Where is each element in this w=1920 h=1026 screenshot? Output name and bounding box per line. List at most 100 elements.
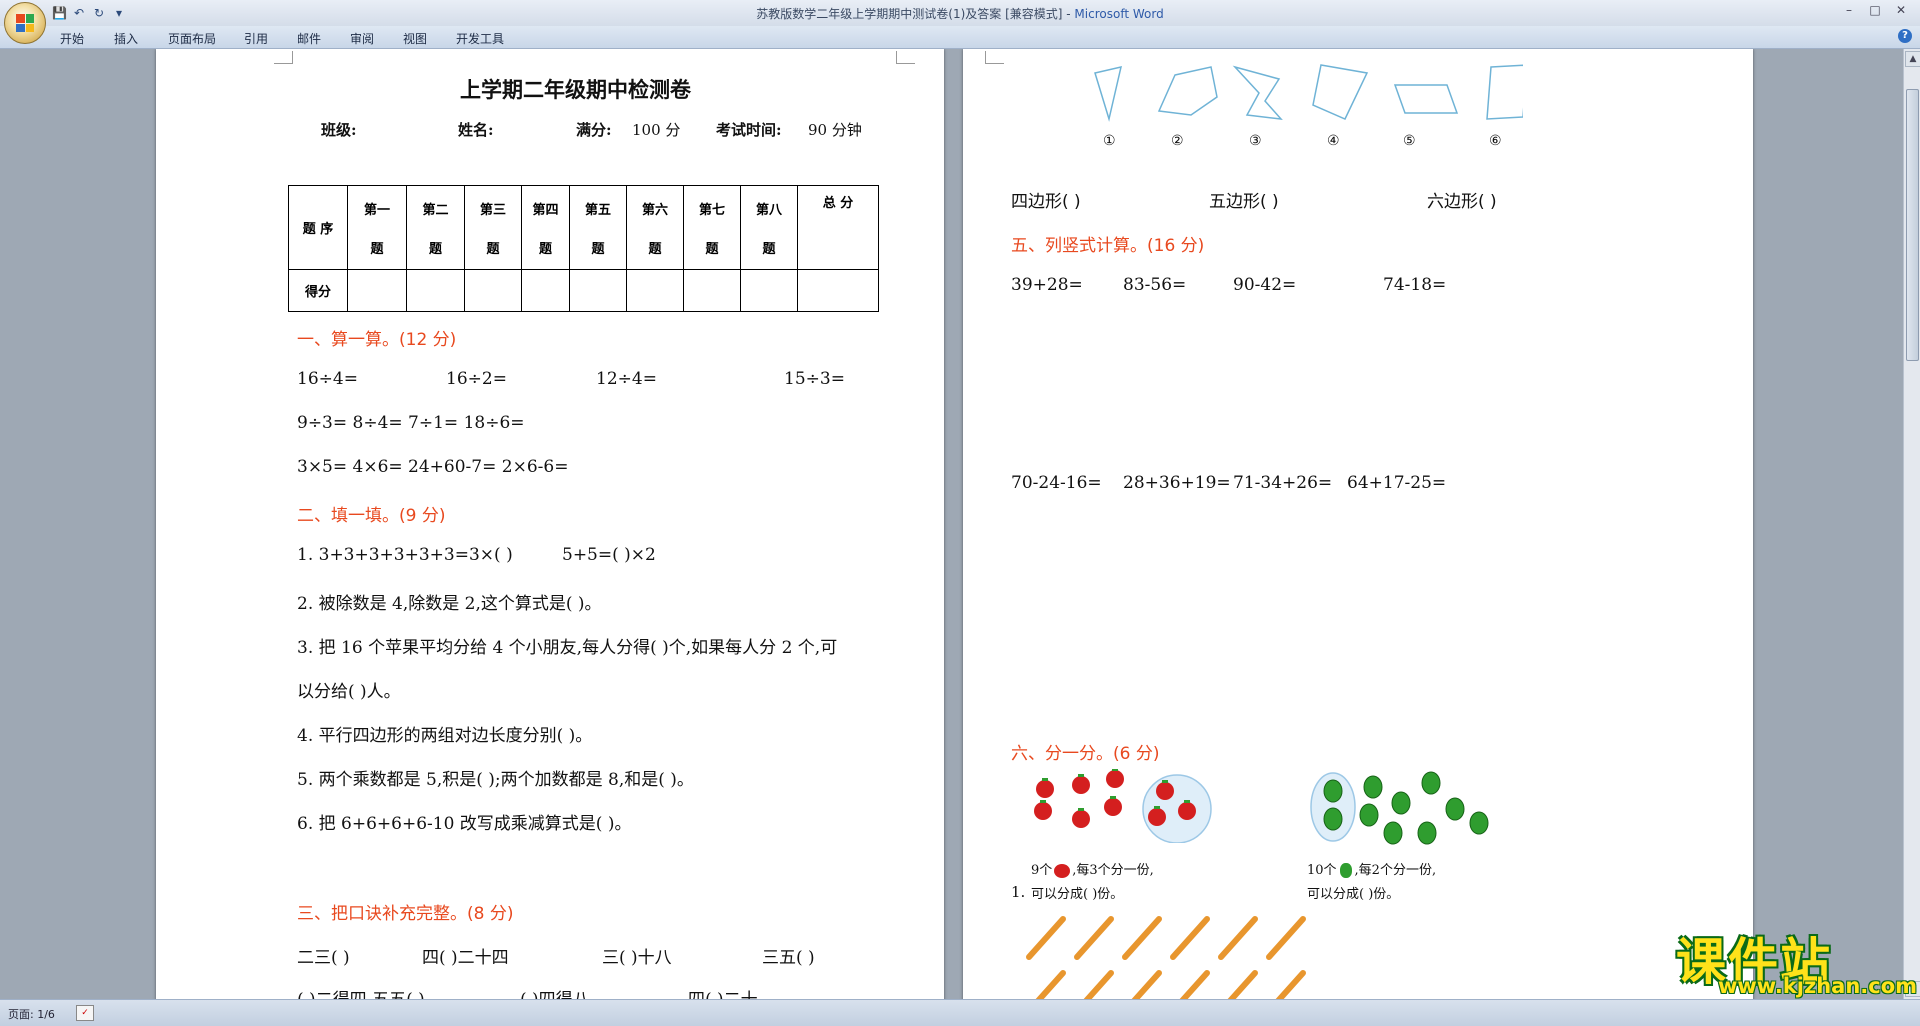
- hexagon-blank: 六边形( ): [1427, 192, 1497, 212]
- time-label: 考试时间:: [716, 121, 782, 139]
- proofing-icon[interactable]: ✓: [76, 1005, 94, 1021]
- question-1a: 1. 3+3+3+3+3+3=3×( ): [297, 545, 513, 565]
- table-cell[interactable]: [626, 269, 684, 312]
- page-2: ① ② ③ ④ ⑤ ⑥ 四边形( ) 五边形( ) 六边形( ) 五、列竖式计算…: [963, 49, 1753, 999]
- page-1: 上学期二年级期中检测卷 班级: 姓名: 满分: 100 分 考试时间: 90 分…: [156, 49, 944, 999]
- problem-row: 3×5= 4×6= 24+60-7= 2×6-6=: [297, 457, 569, 477]
- office-logo-icon: [16, 14, 34, 32]
- question-5: 5. 两个乘数都是 5,积是( );两个加数都是 8,和是( )。: [297, 770, 694, 790]
- table-cell[interactable]: [740, 269, 798, 312]
- question-6: 6. 把 6+6+6+6-10 改写成乘减算式是( )。: [297, 814, 632, 834]
- table-row-label: 得分: [288, 269, 348, 312]
- verse-blank: 四( )二十四: [422, 948, 509, 968]
- tab-home[interactable]: 开始: [60, 30, 84, 47]
- problem: 39+28=: [1011, 275, 1083, 295]
- window-title: 苏教版数学二年级上学期期中测试卷(1)及答案 [兼容模式] - Microsof…: [0, 5, 1920, 22]
- section-6-title: 六、分一分。(6 分): [1011, 744, 1160, 764]
- tomato-icon: [1054, 863, 1071, 878]
- maximize-icon[interactable]: □: [1864, 2, 1886, 18]
- page-indicator[interactable]: 页面: 1/6: [8, 1006, 55, 1022]
- shape-4: [1312, 64, 1369, 120]
- question-4: 4. 平行四边形的两组对边长度分别( )。: [297, 726, 593, 746]
- question-2: 2. 被除数是 4,除数是 2,这个算式是( )。: [297, 594, 602, 614]
- shape-label: ④: [1327, 133, 1340, 149]
- tab-references[interactable]: 引用: [244, 30, 268, 47]
- scroll-up-icon[interactable]: ▲: [1905, 51, 1920, 67]
- tab-insert[interactable]: 插入: [114, 30, 138, 47]
- pepper-icon: [1339, 863, 1352, 878]
- score-label: 满分:: [576, 121, 612, 139]
- table-header-cell: 第六题: [626, 185, 684, 270]
- question-3a: 3. 把 16 个苹果平均分给 4 个小朋友,每人分得( )个,如果每人分 2 …: [297, 638, 838, 658]
- document-name: 苏教版数学二年级上学期期中测试卷(1)及答案 [兼容模式] -: [756, 7, 1075, 21]
- status-bar: 页面: 1/6 ✓: [0, 999, 1920, 1026]
- problem: 64+17-25=: [1347, 473, 1447, 493]
- time-value: 90 分钟: [808, 121, 862, 139]
- table-cell[interactable]: [683, 269, 741, 312]
- problem: 16÷4=: [297, 369, 358, 389]
- section-1-title: 一、算一算。(12 分): [297, 330, 457, 350]
- table-cell[interactable]: [569, 269, 627, 312]
- table-header-cell: 第八题: [740, 185, 798, 270]
- table-header-cell: 第七题: [683, 185, 741, 270]
- table-cell[interactable]: [406, 269, 465, 312]
- tomato-caption-line-1: 9个 ,每3个分一份,: [1031, 863, 1154, 878]
- table-cell[interactable]: [797, 269, 879, 312]
- shape-label: ③: [1249, 133, 1262, 149]
- problem-row: 9÷3= 8÷4= 7÷1= 18÷6=: [297, 413, 525, 433]
- problem: 28+36+19=: [1123, 473, 1231, 493]
- table-header-cell: 第四题: [521, 185, 570, 270]
- verse-blank: 二三( ): [297, 948, 350, 968]
- crop-mark: [274, 51, 293, 64]
- pencil-picture: [1026, 916, 1306, 999]
- office-button[interactable]: [4, 2, 46, 44]
- table-row-label: 题 序: [288, 185, 348, 270]
- shape-2: [1157, 66, 1218, 116]
- problem: 71-34+26=: [1233, 473, 1333, 493]
- crop-mark: [985, 51, 1004, 64]
- help-icon[interactable]: ?: [1898, 29, 1912, 43]
- problem: 15÷3=: [784, 369, 845, 389]
- table-cell[interactable]: [347, 269, 407, 312]
- tab-page-layout[interactable]: 页面布局: [168, 30, 216, 47]
- question-3b: 以分给( )人。: [297, 682, 401, 702]
- verse-blank: 四( )二十: [688, 985, 758, 999]
- section-5-title: 五、列竖式计算。(16 分): [1011, 236, 1205, 256]
- table-header-cell: 第一题: [347, 185, 407, 270]
- tab-review[interactable]: 审阅: [350, 30, 374, 47]
- pepper-caption-line-2: 可以分成( )份。: [1307, 887, 1400, 902]
- tab-mailings[interactable]: 邮件: [297, 30, 321, 47]
- problem: 74-18=: [1383, 275, 1447, 295]
- score-table: 题 序 第一题 第二题 第三题 第四题 第五题 第六题 第七题 第八题 总 分 …: [288, 185, 879, 312]
- pepper-caption-line-1: 10个 ,每2个分一份,: [1307, 863, 1437, 878]
- close-icon[interactable]: ✕: [1890, 2, 1912, 18]
- shape-5: [1393, 84, 1459, 114]
- table-cell[interactable]: [521, 269, 570, 312]
- watermark-logo: 课件站 www.kjzhan.com: [1670, 922, 1917, 1002]
- shape-label: ①: [1103, 133, 1116, 149]
- verse-blank: 三( )十八: [602, 948, 672, 968]
- quadrilateral-blank: 四边形( ): [1011, 192, 1081, 212]
- problem: 70-24-16=: [1011, 473, 1102, 493]
- polygon-shapes: [1094, 64, 1523, 122]
- verse-blank: ( )二得四 五五( ): [297, 985, 425, 999]
- vertical-scrollbar[interactable]: ▲ ▼: [1903, 49, 1920, 999]
- table-cell[interactable]: [464, 269, 522, 312]
- minimize-icon[interactable]: –: [1838, 2, 1860, 18]
- title-bar: 💾 ↶ ↻ ▾ 苏教版数学二年级上学期期中测试卷(1)及答案 [兼容模式] - …: [0, 0, 1920, 27]
- tab-developer[interactable]: 开发工具: [456, 30, 504, 47]
- ribbon-tab-bar: 开始 插入 页面布局 引用 邮件 审阅 视图 开发工具 ?: [0, 26, 1920, 49]
- tomato-picture: [1034, 769, 1212, 843]
- scroll-thumb[interactable]: [1906, 89, 1919, 361]
- verse-blank: 三五( ): [762, 948, 815, 968]
- shape-3: [1232, 65, 1283, 120]
- class-label: 班级:: [321, 121, 357, 139]
- tab-view[interactable]: 视图: [403, 30, 427, 47]
- table-header-cell: 第三题: [464, 185, 522, 270]
- tomato-caption-line-2: 可以分成( )份。: [1031, 887, 1124, 902]
- document-workspace: 上学期二年级期中检测卷 班级: 姓名: 满分: 100 分 考试时间: 90 分…: [0, 49, 1904, 999]
- section-3-title: 三、把口诀补充完整。(8 分): [297, 904, 514, 924]
- question-1b: 5+5=( )×2: [562, 545, 656, 565]
- table-total-cell: 总 分: [797, 185, 879, 270]
- problem: 12÷4=: [596, 369, 657, 389]
